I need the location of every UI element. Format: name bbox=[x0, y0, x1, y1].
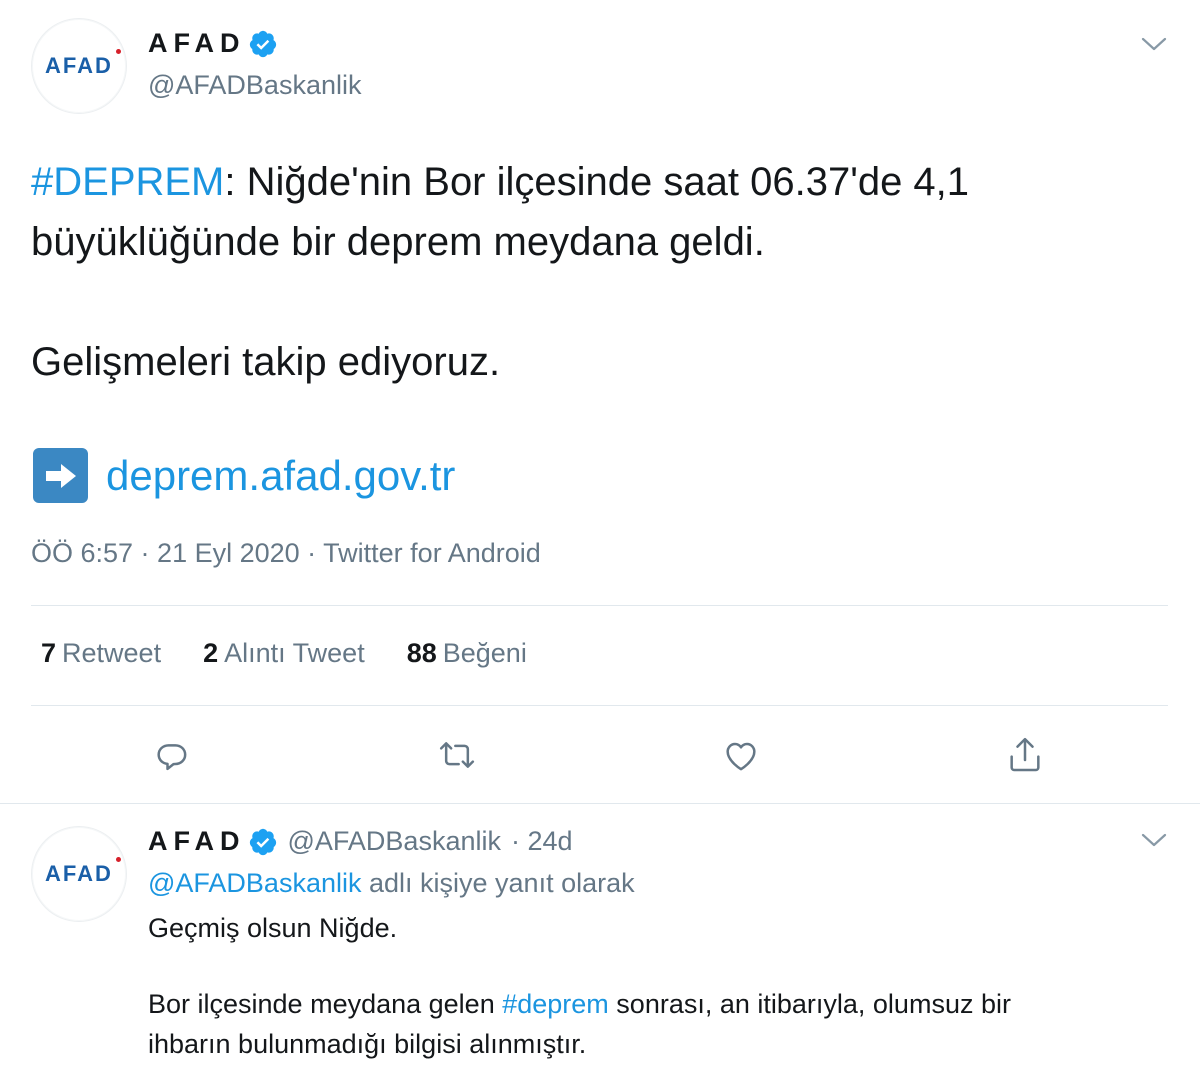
stat-retweets[interactable]: 7 Retweet bbox=[41, 638, 161, 669]
tweet-meta[interactable]: ÖÖ 6:57 · 21 Eyl 2020 · Twitter for Andr… bbox=[31, 538, 541, 569]
tweet-line-1: #DEPREM: Niğde'nin Bor ilçesinde saat 06… bbox=[31, 152, 1161, 212]
stat-label: Alıntı Tweet bbox=[224, 638, 365, 668]
reply-para-2-line-2: ihbarın bulunmadığı bilgisi alınmıştır. bbox=[148, 1029, 587, 1059]
logo-text: AFAD bbox=[45, 861, 113, 886]
stat-quote-tweets[interactable]: 2 Alıntı Tweet bbox=[203, 638, 365, 669]
reply-text-segment: sonrası, an itibarıyla, olumsuz bir bbox=[608, 989, 1011, 1019]
divider bbox=[31, 705, 1168, 706]
logo-text: AFAD bbox=[45, 53, 113, 78]
chevron-down-icon[interactable] bbox=[1141, 832, 1167, 848]
avatar[interactable]: AFAD bbox=[31, 826, 127, 922]
retweet-icon[interactable] bbox=[437, 735, 477, 775]
handle[interactable]: @AFADBaskanlik bbox=[148, 70, 361, 101]
share-icon[interactable] bbox=[1005, 735, 1045, 775]
display-name[interactable]: AFAD bbox=[148, 28, 246, 59]
stat-likes[interactable]: 88 Beğeni bbox=[407, 638, 527, 669]
logo-dot bbox=[115, 49, 121, 54]
tweet-text: #DEPREM: Niğde'nin Bor ilçesinde saat 06… bbox=[31, 152, 1161, 392]
reply-text-segment: Bor ilçesinde meydana gelen bbox=[148, 989, 503, 1019]
mention-link[interactable]: @AFADBaskanlik bbox=[148, 868, 361, 898]
author-row: AFAD bbox=[148, 28, 278, 59]
stat-count: 88 bbox=[406, 638, 437, 668]
stat-count: 2 bbox=[203, 638, 219, 668]
tweet-stats: 7 Retweet 2 Alıntı Tweet 88 Beğeni bbox=[41, 638, 569, 669]
tweet-line-1-text: : Niğde'nin Bor ilçesinde saat 06.37'de … bbox=[224, 160, 970, 204]
divider bbox=[0, 803, 1200, 804]
twitter-page: AFAD AFAD @AFADBaskanlik #DEPREM: Niğde'… bbox=[0, 0, 1200, 1081]
comment-icon[interactable] bbox=[152, 735, 192, 775]
logo-dot bbox=[115, 857, 121, 862]
reply-author-row: AFAD @AFADBaskanlik · 24d bbox=[148, 826, 573, 857]
replying-to: @AFADBaskanlik adlı kişiye yanıt olarak bbox=[148, 868, 635, 899]
divider bbox=[31, 605, 1168, 606]
stat-label: Retweet bbox=[62, 638, 162, 668]
chevron-down-icon[interactable] bbox=[1141, 36, 1167, 52]
reply-para-1: Geçmiş olsun Niğde. bbox=[148, 913, 398, 943]
timestamp[interactable]: · 24d bbox=[511, 826, 573, 857]
stat-label: Beğeni bbox=[442, 638, 527, 668]
reply-para-2: Bor ilçesinde meydana gelen #deprem sonr… bbox=[148, 984, 1148, 1024]
hashtag-link[interactable]: #DEPREM bbox=[31, 160, 224, 204]
tweet-link[interactable]: deprem.afad.gov.tr bbox=[106, 452, 455, 500]
tweet-line-2: büyüklüğünde bir deprem meydana geldi. bbox=[31, 220, 765, 264]
handle[interactable]: @AFADBaskanlik bbox=[288, 826, 501, 857]
afad-logo: AFAD bbox=[45, 49, 121, 79]
afad-logo: AFAD bbox=[45, 857, 121, 887]
replying-to-text: adlı kişiye yanıt olarak bbox=[361, 868, 635, 898]
verified-badge-icon bbox=[249, 828, 276, 855]
avatar[interactable]: AFAD bbox=[31, 18, 127, 114]
stat-count: 7 bbox=[41, 638, 57, 668]
main-tweet: AFAD AFAD @AFADBaskanlik #DEPREM: Niğde'… bbox=[0, 0, 1200, 803]
right-arrow-icon bbox=[33, 448, 88, 503]
verified-badge-icon bbox=[249, 30, 276, 57]
display-name[interactable]: AFAD bbox=[148, 826, 246, 857]
heart-icon[interactable] bbox=[721, 735, 761, 775]
reply-text: Geçmiş olsun Niğde. Bor ilçesinde meydan… bbox=[148, 908, 1148, 1064]
tweet-line-3: Gelişmeleri takip ediyoruz. bbox=[31, 340, 501, 384]
hashtag-link[interactable]: #deprem bbox=[502, 989, 609, 1019]
link-row: deprem.afad.gov.tr bbox=[33, 448, 455, 503]
